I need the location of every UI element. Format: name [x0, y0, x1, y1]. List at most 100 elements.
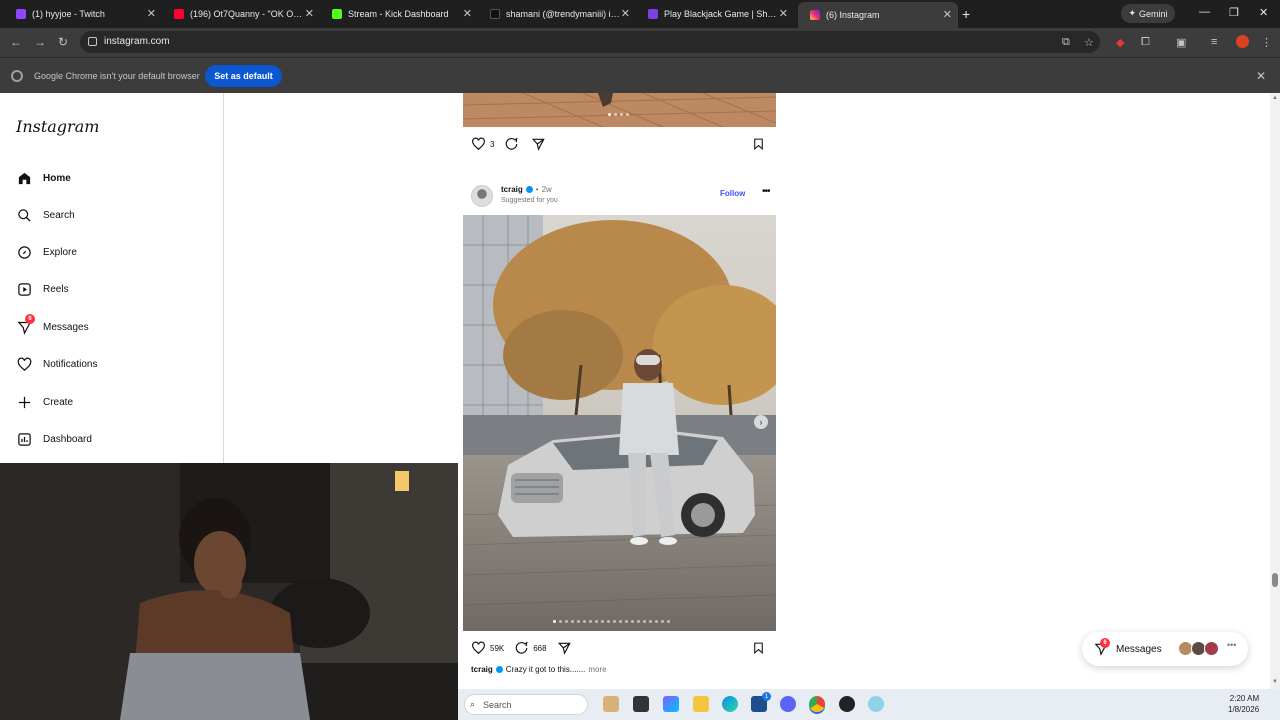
sidebar-item-label: Explore [43, 246, 77, 258]
reels-icon [16, 281, 32, 297]
menu-icon[interactable]: ⋮ [1261, 36, 1272, 49]
sidebar-item-create[interactable]: Create [16, 391, 73, 413]
taskbar-clock[interactable]: 2:20 AM 1/8/2026 [1228, 693, 1259, 715]
task-view-icon[interactable] [633, 696, 649, 712]
extension-red-icon[interactable]: ◆ [1116, 36, 1124, 49]
install-icon[interactable]: ⧉ [1062, 36, 1070, 49]
kick-icon [332, 9, 342, 19]
messages-badge: 6 [1100, 638, 1110, 648]
like-count[interactable]: 59K [490, 644, 504, 653]
tab-shuffle[interactable]: Play Blackjack Game | Shuffle.u ✕ [636, 3, 794, 25]
more-options-icon[interactable]: ••• [762, 186, 770, 197]
sidebar-item-label: Messages [43, 321, 89, 333]
bookmark-icon[interactable] [752, 137, 765, 156]
url-text[interactable]: instagram.com [104, 36, 170, 47]
puzzle-icon[interactable]: ⧠ [1141, 36, 1150, 49]
forward-icon[interactable]: → [34, 35, 46, 49]
messages-pill[interactable]: 6 Messages ••• [1082, 632, 1248, 666]
post-time[interactable]: 2w [542, 185, 552, 194]
share-icon[interactable] [557, 641, 572, 655]
scroll-down-icon[interactable]: ▼ [1272, 679, 1278, 685]
close-window-icon[interactable]: ✕ [1259, 6, 1268, 19]
sidebar-item-dashboard[interactable]: Dashboard [16, 428, 92, 450]
close-icon[interactable]: ✕ [147, 7, 156, 20]
sidebar-item-messages[interactable]: 6 Messages [16, 314, 89, 338]
restore-icon[interactable]: ❐ [1229, 6, 1239, 19]
caption-text: Crazy it got to this....... [505, 665, 586, 674]
reload-icon[interactable]: ↻ [58, 35, 68, 49]
scroll-thumb[interactable] [1272, 573, 1278, 587]
omnibox[interactable]: instagram.com [80, 31, 1100, 53]
minimize-icon[interactable]: — [1199, 6, 1210, 18]
app-icon[interactable] [868, 696, 884, 712]
tab-title: Stream - Kick Dashboard [348, 9, 449, 19]
post-image[interactable]: › [463, 215, 776, 631]
youtube-icon [174, 9, 184, 19]
tab-tiktok[interactable]: shamani (@trendymaniii) is LIV ✕ [478, 3, 636, 25]
messages-pill-label: Messages [1116, 643, 1162, 655]
edge-icon[interactable] [722, 696, 738, 712]
tab-title: shamani (@trendymaniii) is LIV [506, 9, 621, 19]
star-icon[interactable]: ☆ [1084, 36, 1094, 49]
store-badge: 1 [762, 692, 771, 701]
next-photo-button[interactable]: › [754, 415, 768, 429]
close-icon[interactable]: ✕ [943, 8, 952, 21]
scrollbar[interactable] [1270, 93, 1280, 689]
sidebar-item-search[interactable]: Search [16, 204, 75, 226]
obs-icon[interactable] [839, 696, 855, 712]
close-icon[interactable]: ✕ [621, 7, 630, 20]
sidebar-item-notifications[interactable]: Notifications [16, 353, 97, 375]
home-icon [16, 170, 32, 186]
like-icon[interactable] [471, 137, 486, 151]
more-icon: ••• [1227, 640, 1237, 650]
previous-post-image[interactable] [463, 93, 776, 127]
caption-username[interactable]: tcraig [471, 665, 493, 674]
compass-icon [16, 244, 32, 260]
bookmark-icon[interactable] [752, 641, 765, 660]
tab-kick[interactable]: Stream - Kick Dashboard ✕ [320, 3, 478, 25]
avatar[interactable] [471, 185, 493, 207]
tab-title: (1) hyyjoe - Twitch [32, 9, 105, 19]
tiktok-icon [490, 9, 500, 19]
sidebar-item-home[interactable]: Home [16, 167, 71, 189]
widget-icon[interactable] [603, 696, 619, 712]
set-default-button[interactable]: Set as default [205, 65, 282, 87]
caption-more-link[interactable]: more [588, 665, 606, 674]
comment-icon[interactable] [504, 137, 519, 151]
share-icon[interactable] [531, 137, 546, 151]
discord-icon[interactable] [780, 696, 796, 712]
close-icon[interactable]: ✕ [779, 7, 788, 20]
post-username[interactable]: tcraig [501, 185, 523, 194]
scroll-up-icon[interactable]: ▲ [1272, 95, 1278, 101]
instagram-logo[interactable]: Instagram [16, 117, 99, 136]
tab-twitch[interactable]: (1) hyyjoe - Twitch ✕ [4, 3, 162, 25]
media-icon[interactable]: ≡ [1211, 36, 1217, 48]
file-explorer-icon[interactable] [693, 696, 709, 712]
tab-instagram[interactable]: (6) Instagram ✕ [798, 2, 958, 28]
comment-count[interactable]: 668 [533, 644, 546, 653]
sidebar-item-reels[interactable]: Reels [16, 278, 69, 300]
close-icon[interactable]: ✕ [1256, 69, 1266, 83]
copilot-icon[interactable] [663, 696, 679, 712]
close-icon[interactable]: ✕ [305, 7, 314, 20]
close-icon[interactable]: ✕ [463, 7, 472, 20]
sidebar-item-label: Dashboard [43, 433, 92, 445]
verified-icon [495, 666, 503, 673]
sidepanel-icon[interactable]: ▣ [1176, 36, 1186, 49]
profile-avatar[interactable] [1236, 35, 1249, 48]
gemini-button[interactable]: ✦ Gemini [1121, 4, 1175, 23]
back-icon[interactable]: ← [10, 35, 22, 49]
tab-youtube[interactable]: (196) Ot7Quanny - "OK OK" (O ✕ [162, 3, 320, 25]
sidebar-item-explore[interactable]: Explore [16, 241, 77, 263]
sidebar-item-label: Create [43, 396, 74, 408]
taskbar-search-label: Search [483, 700, 512, 710]
comment-icon[interactable] [514, 641, 529, 655]
chrome-taskbar-icon[interactable] [809, 696, 825, 712]
store-icon[interactable]: 1 [751, 692, 771, 712]
site-info-icon[interactable] [88, 37, 97, 46]
like-icon[interactable] [471, 641, 486, 655]
new-tab-button[interactable]: + [962, 6, 970, 22]
follow-button[interactable]: Follow [720, 189, 745, 198]
taskbar-search[interactable]: ⌕ Search [464, 694, 588, 715]
sidebar-item-label: Search [43, 209, 75, 221]
